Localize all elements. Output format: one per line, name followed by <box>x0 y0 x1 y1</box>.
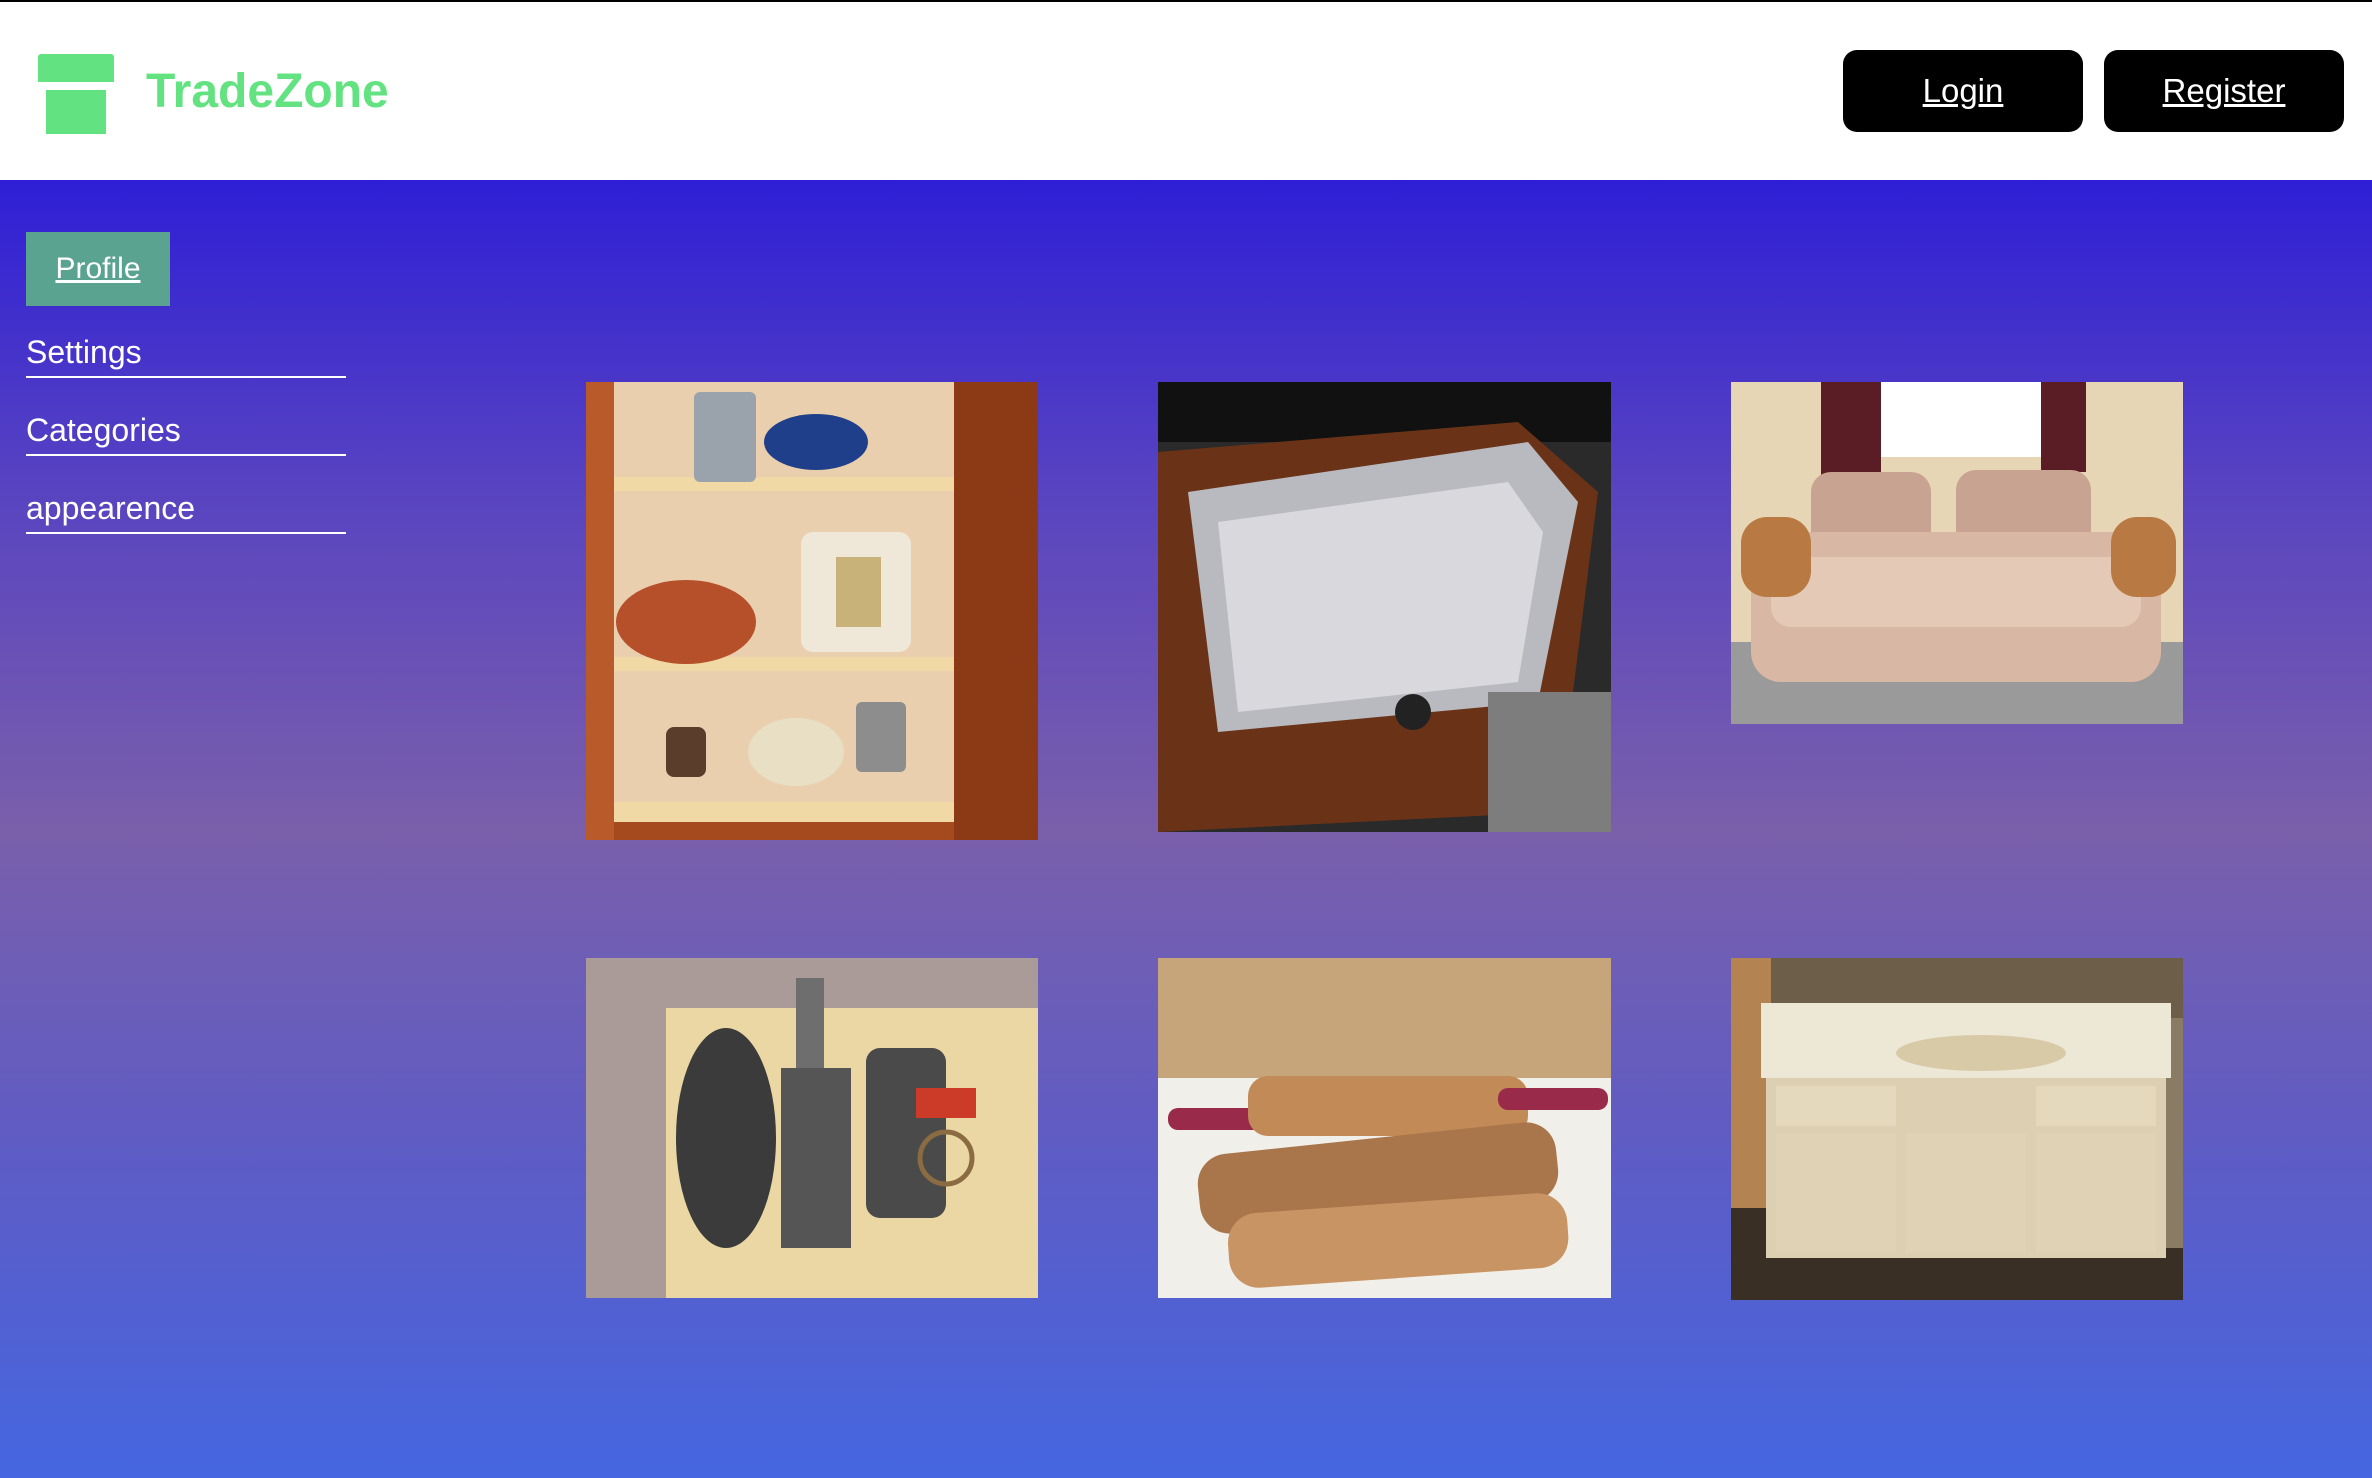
register-button[interactable]: Register <box>2104 50 2344 132</box>
listing-image-rolling-pins[interactable] <box>1158 958 1611 1298</box>
brand-name[interactable]: TradeZone <box>146 64 389 120</box>
app-page: TradeZone Login Register Profile Setting… <box>0 0 2372 1478</box>
sidebar-item-categories[interactable]: Categories <box>26 408 346 456</box>
listing-image-sink-cabinet[interactable] <box>1731 958 2183 1300</box>
listing-image-sofa[interactable] <box>1731 382 2183 724</box>
sidebar-item-appearence[interactable]: appearence <box>26 486 346 534</box>
profile-button[interactable]: Profile <box>26 232 170 306</box>
sidebar-item-settings[interactable]: Settings <box>26 330 346 378</box>
main-content: Profile Settings Categories appearence <box>0 180 2372 1478</box>
login-button[interactable]: Login <box>1843 50 2083 132</box>
store-icon[interactable] <box>38 54 114 134</box>
listing-image-heater[interactable] <box>1158 382 1611 832</box>
listing-image-engine-parts[interactable] <box>586 958 1038 1298</box>
listing-image-kitchen-cabinet[interactable] <box>586 382 1038 840</box>
top-header: TradeZone Login Register <box>0 2 2372 180</box>
